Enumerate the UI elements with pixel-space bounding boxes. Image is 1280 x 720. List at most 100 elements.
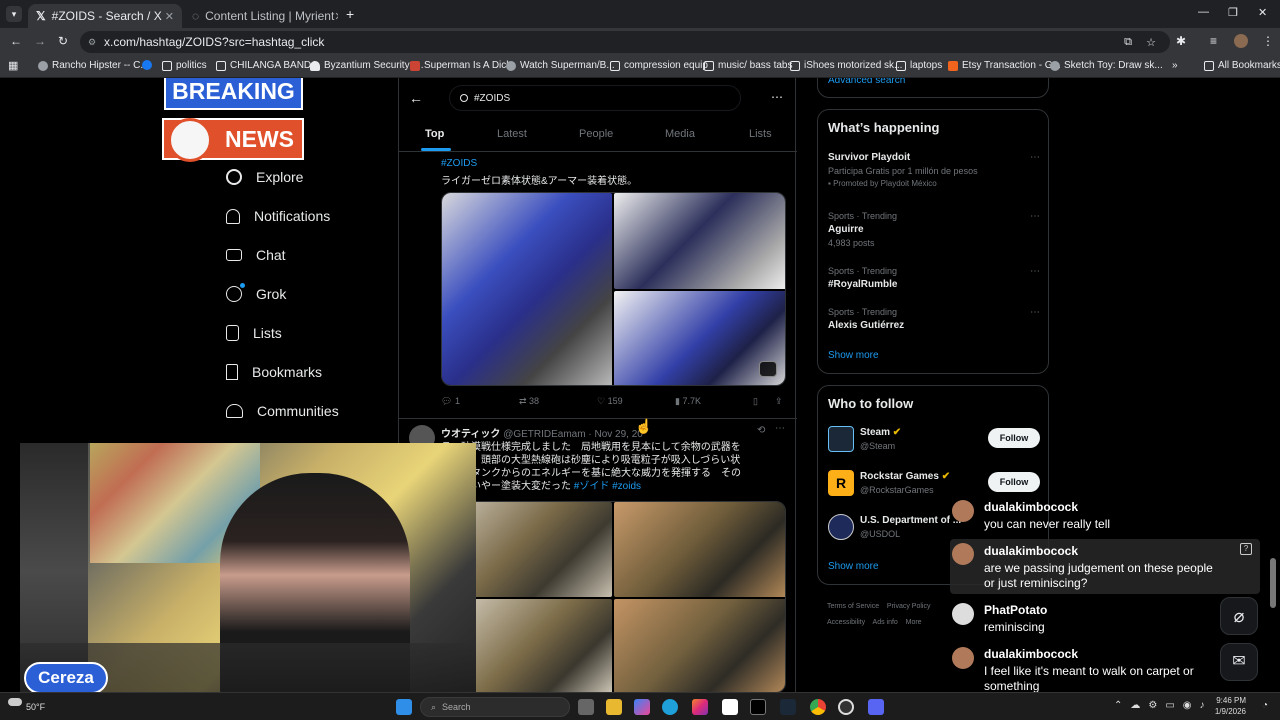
share-icon[interactable]: ⇪ (775, 396, 783, 407)
footer-link[interactable]: Ads info (873, 619, 898, 626)
notification-icon[interactable]: ◔ (1262, 700, 1268, 711)
reload-icon[interactable]: ↻ (58, 34, 68, 48)
chrome-icon[interactable] (810, 699, 826, 715)
tab-top[interactable]: Top (425, 128, 444, 140)
grok-icon[interactable]: ⟲ (757, 425, 765, 436)
messages-fab-button[interactable]: ✉ (1220, 643, 1258, 681)
nav-explore[interactable]: Explore (226, 169, 303, 185)
restore-icon[interactable]: ❐ (1228, 6, 1238, 19)
trend-item[interactable]: Sports · Trending Aguirre 4,983 posts ⋯ (828, 211, 1040, 248)
copilot-icon[interactable] (634, 699, 650, 715)
tab-search-button[interactable]: ▾ (6, 6, 22, 22)
alt-badge-icon[interactable] (759, 361, 777, 377)
bookmark-item[interactable]: Sketch Toy: Draw sk... (1050, 60, 1163, 71)
url-field[interactable]: ⚙ x.com/hashtag/ZOIDS?src=hashtag_click … (80, 31, 1170, 53)
bookmark-item[interactable]: politics (162, 60, 207, 71)
bookmark-item[interactable]: Rancho Hipster -- C... (38, 60, 149, 71)
zoid-photo-desert-2[interactable] (614, 502, 785, 597)
more-options-icon[interactable]: ⋯ (771, 90, 783, 104)
clock[interactable]: 9:46 PM 1/9/2026 (1210, 695, 1246, 717)
grok-fab-button[interactable]: ⌀ (1220, 597, 1258, 635)
taskbar-search[interactable]: ⌕ Search (420, 697, 570, 717)
instagram-icon[interactable] (692, 699, 708, 715)
system-tray[interactable]: ⌃☁⚙▭◉♪ (1114, 700, 1213, 711)
zoid-photo-black-1[interactable] (614, 193, 785, 289)
profile-avatar[interactable] (1234, 34, 1248, 48)
tab-lists[interactable]: Lists (749, 128, 772, 140)
file-explorer-icon[interactable] (606, 699, 622, 715)
footer-link[interactable]: More (906, 619, 922, 626)
like-button[interactable]: ♡ 159 (597, 396, 623, 407)
hashtag-link[interactable]: #ZOIDS (441, 158, 477, 169)
search-box[interactable]: #ZOIDS (449, 85, 741, 111)
tab-people[interactable]: People (579, 128, 613, 140)
bookmark-item[interactable] (142, 60, 152, 70)
task-view-icon[interactable] (578, 699, 594, 715)
show-more-link[interactable]: Show more (828, 350, 879, 361)
apps-icon[interactable]: ▦ (8, 59, 18, 72)
bookmark-icon[interactable]: ▯ (753, 396, 758, 407)
more-options-icon[interactable]: ⋯ (1030, 152, 1040, 163)
tweet[interactable]: #ZOIDS ライガーゼロ素体状態&アーマー装着状態。 💬︎ 1 ⇄ 38 ♡ … (399, 152, 797, 418)
star-icon[interactable]: ☆ (1146, 36, 1156, 49)
bookmark-item[interactable]: iShoes motorized sk... (790, 60, 902, 71)
amazon-icon[interactable] (722, 699, 738, 715)
tweet-media[interactable] (441, 501, 786, 692)
steam-icon[interactable] (780, 699, 796, 715)
site-info-icon[interactable]: ⚙ (88, 37, 96, 48)
reply-button[interactable]: 💬︎ 1 (441, 396, 460, 407)
close-tab-icon[interactable]: ✕ (165, 10, 174, 23)
minimize-icon[interactable]: — (1198, 6, 1209, 18)
tab-myrient[interactable]: ◌ Content Listing | Myrient ✕ (184, 4, 338, 28)
zoid-photo-desert-4[interactable] (614, 599, 785, 692)
extensions-icon[interactable]: ✱ (1176, 34, 1186, 48)
follow-suggestion[interactable]: Steam ✔ @Steam Follow (828, 426, 1040, 456)
more-options-icon[interactable]: ⋯ (1030, 211, 1040, 222)
hashtag-link[interactable]: #ゾイド (574, 481, 610, 492)
back-icon[interactable]: ← (10, 34, 22, 48)
nav-communities[interactable]: Communities (226, 403, 339, 419)
more-options-icon[interactable]: ⋯ (775, 423, 785, 434)
more-options-icon[interactable]: ⋯ (1030, 307, 1040, 318)
tab-zoids-search[interactable]: 𝕏 #ZOIDS - Search / X ✕ (28, 4, 182, 28)
bookmark-item[interactable]: music/ bass tabs (704, 60, 792, 71)
repost-button[interactable]: ⇄ 38 (519, 396, 539, 407)
hashtag-link[interactable]: #zoids (612, 481, 641, 492)
nav-lists[interactable]: Lists (226, 325, 282, 341)
bookmark-item[interactable]: CHILANGA BANDA (216, 60, 318, 71)
close-tab-icon[interactable]: ✕ (334, 10, 338, 23)
zoid-photo-blue-main[interactable] (442, 193, 612, 385)
all-bookmarks[interactable]: All Bookmarks (1204, 60, 1280, 71)
bookmark-item[interactable]: compression equip (610, 60, 708, 71)
tweet-media[interactable] (441, 192, 786, 386)
nav-bookmarks[interactable]: Bookmarks (226, 364, 322, 380)
menu-icon[interactable]: ⋮ (1262, 34, 1274, 48)
nav-notifications[interactable]: Notifications (226, 208, 330, 224)
author-handle[interactable]: @GETRIDEamam (503, 429, 585, 440)
author-name[interactable]: ウオティック (441, 429, 500, 440)
install-icon[interactable]: ⧉ (1124, 36, 1132, 49)
media-icon[interactable]: ≡ (1210, 34, 1217, 48)
edge-icon[interactable] (662, 699, 678, 715)
new-tab-button[interactable]: + (346, 6, 354, 22)
nav-chat[interactable]: Chat (226, 247, 286, 263)
bookmark-item[interactable]: Byzantium Security I... (310, 60, 423, 71)
start-icon[interactable] (396, 699, 412, 715)
follow-button[interactable]: Follow (988, 472, 1040, 492)
bookmark-item[interactable]: Etsy Transaction - G... (948, 60, 1061, 71)
footer-link[interactable]: Terms of Service (827, 603, 879, 610)
trend-item[interactable]: Sports · Trending #RoyalRumble ⋯ (828, 266, 1040, 290)
nav-grok[interactable]: Grok (226, 283, 286, 302)
page-scrollbar[interactable] (1270, 558, 1276, 608)
tab-media[interactable]: Media (665, 128, 695, 140)
back-arrow-icon[interactable]: ← (409, 90, 423, 106)
show-more-link[interactable]: Show more (828, 561, 879, 572)
trend-item[interactable]: Survivor Playdoit Participa Gratis por 1… (828, 152, 1040, 188)
bookmark-item[interactable]: Watch Superman/B... (506, 60, 615, 71)
follow-button[interactable]: Follow (988, 428, 1040, 448)
views-button[interactable]: ▮ 7.7K (675, 396, 701, 407)
weather-widget[interactable]: 50°F (8, 697, 45, 712)
footer-link[interactable]: Privacy Policy (887, 603, 931, 610)
footer-link[interactable]: Accessibility (827, 619, 865, 626)
trend-item[interactable]: Sports · Trending Alexis Gutiérrez ⋯ (828, 307, 1040, 331)
